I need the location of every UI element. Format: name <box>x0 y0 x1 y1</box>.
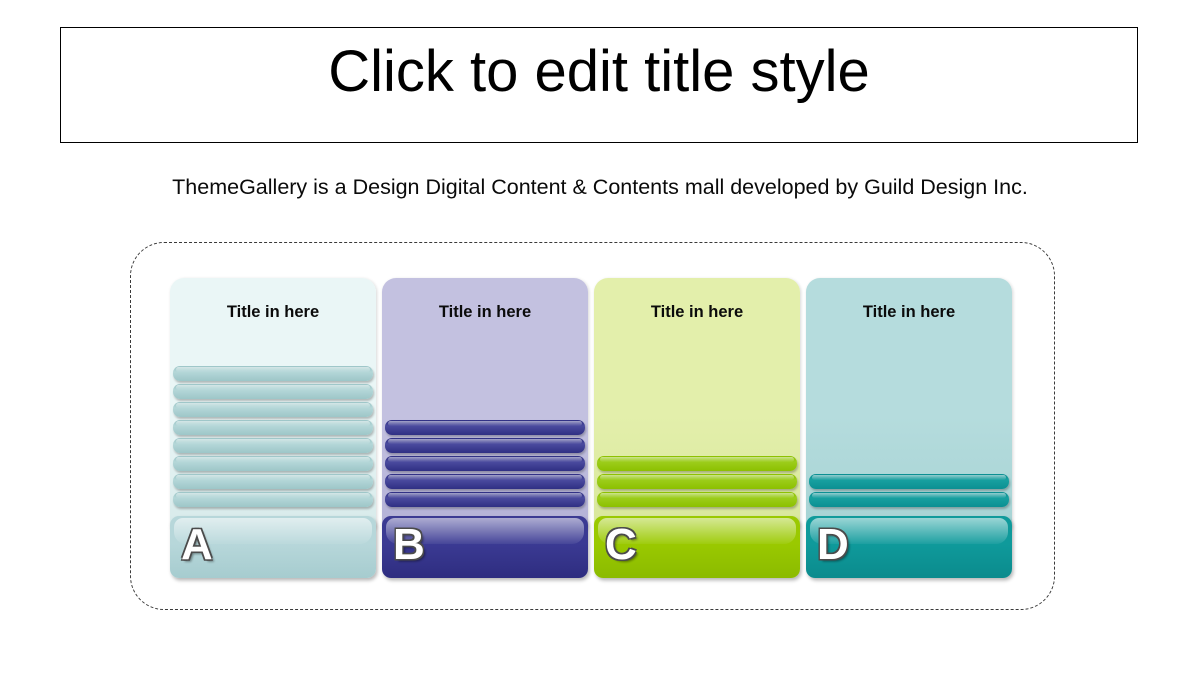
column-base-block[interactable]: D <box>806 516 1012 578</box>
stack-bar <box>597 474 797 489</box>
column-bar-stack <box>173 366 373 510</box>
stack-bar <box>173 438 373 453</box>
column-letter: B <box>393 520 425 569</box>
column-letter: C <box>605 520 637 569</box>
column-title: Title in here <box>862 303 956 321</box>
stack-bar <box>173 402 373 417</box>
stack-bar <box>385 456 585 471</box>
column-title: Title in here <box>438 303 532 321</box>
column-letter: A <box>181 520 213 569</box>
diagram-columns: Title in here A Title in here B Title in… <box>170 278 1012 578</box>
stack-bar <box>173 366 373 381</box>
subtitle-text: ThemeGallery is a Design Digital Content… <box>172 175 1028 199</box>
column-base-block[interactable]: C <box>594 516 800 578</box>
diagram-column-b[interactable]: Title in here B <box>382 278 588 578</box>
page-title: Click to edit title style <box>328 39 870 104</box>
stack-bar <box>173 474 373 489</box>
stack-bar <box>597 456 797 471</box>
stack-bar <box>385 492 585 507</box>
stack-bar <box>809 474 1009 489</box>
column-title: Title in here <box>650 303 744 321</box>
stack-bar <box>173 492 373 507</box>
stack-bar <box>385 438 585 453</box>
diagram-column-a[interactable]: Title in here A <box>170 278 376 578</box>
diagram-column-d[interactable]: Title in here D <box>806 278 1012 578</box>
stack-bar <box>809 492 1009 507</box>
title-placeholder-box[interactable]: Click to edit title style <box>60 27 1138 143</box>
column-bar-stack <box>809 474 1009 510</box>
column-letter: D <box>817 520 849 569</box>
column-title: Title in here <box>226 303 320 321</box>
stack-bar <box>385 474 585 489</box>
stack-bar <box>173 384 373 399</box>
stack-bar <box>173 420 373 435</box>
column-bar-stack <box>597 456 797 510</box>
stack-bar <box>597 492 797 507</box>
column-bar-stack <box>385 420 585 510</box>
diagram-column-c[interactable]: Title in here C <box>594 278 800 578</box>
stack-bar <box>173 456 373 471</box>
column-base-block[interactable]: B <box>382 516 588 578</box>
stack-bar <box>385 420 585 435</box>
column-base-block[interactable]: A <box>170 516 376 578</box>
